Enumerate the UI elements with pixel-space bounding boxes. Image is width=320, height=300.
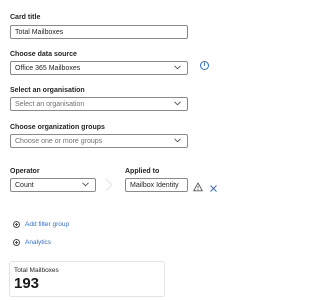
card-title-label: Card title	[10, 14, 41, 21]
operator-select[interactable]: Count	[10, 178, 96, 192]
operator-label: Operator	[10, 168, 40, 175]
org-groups-placeholder: Choose one or more groups	[15, 137, 103, 145]
add-circle-icon	[13, 221, 20, 228]
chevron-down-icon	[174, 101, 181, 106]
add-filter-group-button[interactable]: Add filter group	[13, 221, 69, 228]
organisation-select[interactable]: Select an organisation	[10, 97, 188, 111]
preview-card: Total Mailboxes 193	[9, 261, 165, 297]
data-source-label: Choose data source	[10, 51, 77, 58]
organisation-placeholder: Select an organisation	[15, 100, 85, 108]
warning-icon	[192, 179, 204, 192]
org-groups-select[interactable]: Choose one or more groups	[10, 134, 188, 148]
applied-to-value: Mailbox Identity	[130, 181, 179, 189]
chevron-down-icon	[174, 65, 181, 70]
org-groups-label: Choose organization groups	[10, 124, 105, 131]
arrow-right-icon	[102, 178, 116, 192]
data-source-select[interactable]: Office 365 Mailboxes	[10, 61, 188, 75]
preview-card-title: Total Mailboxes	[14, 267, 59, 274]
analytics-label: Analytics	[25, 239, 52, 246]
add-circle-icon	[13, 239, 20, 246]
chevron-down-icon	[174, 138, 181, 143]
data-source-value: Office 365 Mailboxes	[15, 64, 81, 72]
applied-to-label: Applied to	[125, 168, 160, 175]
applied-to-field[interactable]: Mailbox Identity	[125, 178, 188, 192]
preview-card-value: 193	[14, 275, 40, 292]
analytics-button[interactable]: Analytics	[13, 239, 51, 246]
card-title-value: Total Mailboxes	[15, 28, 64, 36]
info-icon[interactable]: i	[200, 61, 209, 70]
chevron-down-icon	[82, 182, 89, 187]
organisation-label: Select an organisation	[10, 87, 85, 94]
operator-value: Count	[15, 181, 34, 189]
close-icon[interactable]	[209, 180, 218, 192]
add-filter-group-label: Add filter group	[25, 221, 70, 228]
card-title-input[interactable]: Total Mailboxes	[10, 25, 188, 39]
